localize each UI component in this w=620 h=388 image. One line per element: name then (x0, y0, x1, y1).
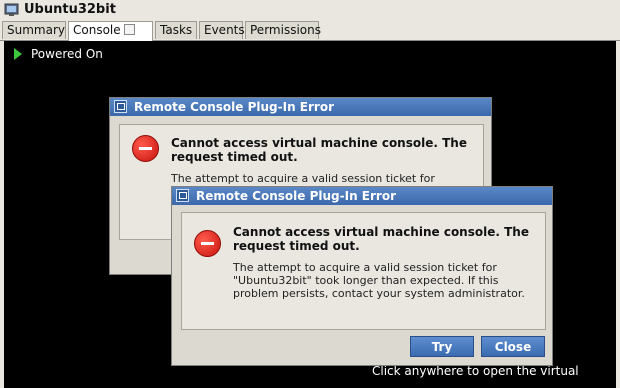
tab-console[interactable]: Console (68, 21, 153, 52)
dialog-titlebar[interactable]: Remote Console Plug-In Error (172, 187, 552, 205)
dialog-titlebar[interactable]: Remote Console Plug-In Error (110, 98, 491, 116)
dialog-title: Remote Console Plug-In Error (134, 100, 334, 114)
error-message: The attempt to acquire a valid session t… (233, 261, 525, 300)
popout-icon[interactable] (123, 24, 135, 35)
dialog-title: Remote Console Plug-In Error (196, 189, 396, 203)
console-hint[interactable]: Click anywhere to open the virtual (372, 364, 579, 378)
vm-icon (4, 3, 19, 16)
tab-permissions[interactable]: Permissions (245, 21, 321, 39)
error-heading: Cannot access virtual machine console. T… (171, 136, 467, 164)
console-plugin-icon (114, 100, 127, 113)
error-stop-icon (132, 135, 159, 162)
window-titlebar: Ubuntu32bit (0, 0, 620, 21)
console-plugin-icon (176, 189, 189, 202)
tab-bar: Summary Console Tasks Events Permissions (0, 20, 620, 52)
try-button[interactable]: Try (410, 336, 474, 357)
tab-console-label: Console (73, 23, 121, 37)
error-heading: Cannot access virtual machine console. T… (233, 225, 529, 253)
error-stop-icon (194, 230, 221, 257)
power-status-label: Powered On (31, 47, 103, 61)
power-status: Powered On (14, 47, 103, 61)
tab-tasks[interactable]: Tasks (155, 21, 197, 39)
dialog-content: Cannot access virtual machine console. T… (181, 212, 546, 330)
close-button[interactable]: Close (481, 336, 545, 357)
error-dialog-front: Remote Console Plug-In Error Cannot acce… (171, 186, 553, 366)
vm-title: Ubuntu32bit (24, 2, 116, 17)
tab-events[interactable]: Events (199, 21, 245, 39)
powered-on-icon (14, 48, 22, 60)
tab-summary[interactable]: Summary (2, 21, 66, 39)
